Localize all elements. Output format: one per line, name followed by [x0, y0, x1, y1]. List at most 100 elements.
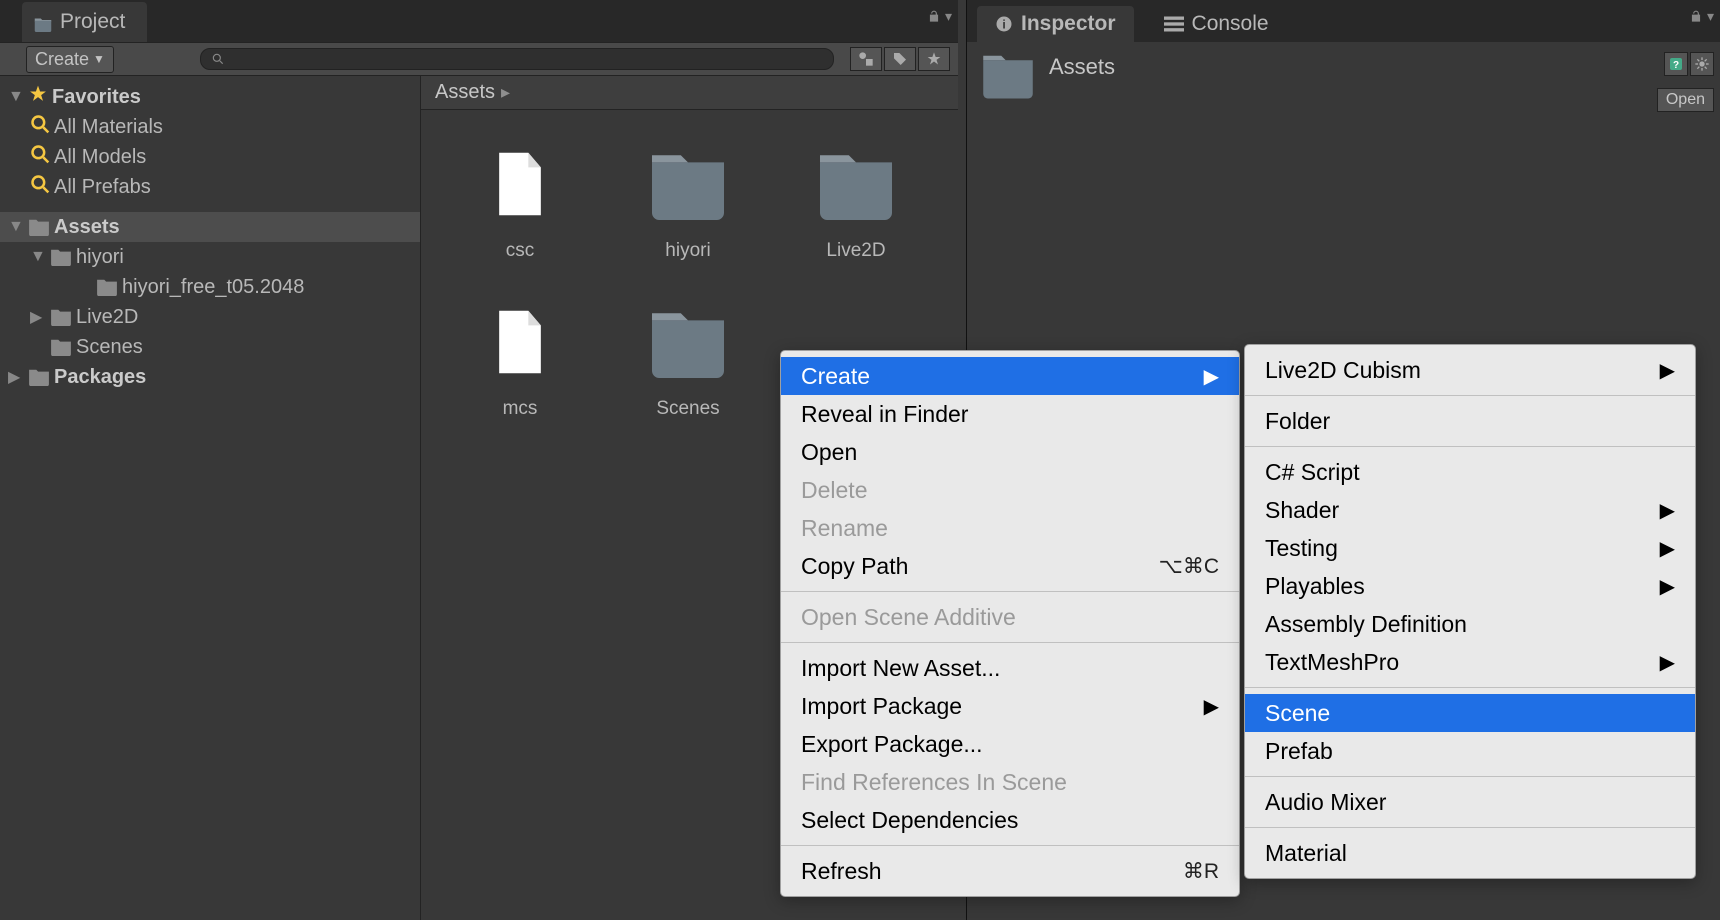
menu-item[interactable]: Scene: [1245, 694, 1695, 732]
search-input[interactable]: [200, 48, 834, 70]
menu-item-label: Audio Mixer: [1265, 789, 1386, 816]
menu-item[interactable]: Folder: [1245, 402, 1695, 440]
asset-name: Scenes: [656, 398, 719, 420]
menu-item[interactable]: Create▶: [781, 357, 1239, 395]
breadcrumb-label: Assets: [435, 81, 495, 104]
menu-item[interactable]: Export Package...: [781, 725, 1239, 763]
menu-item-label: Testing: [1265, 535, 1338, 562]
menu-item[interactable]: Material: [1245, 834, 1695, 872]
menu-item[interactable]: C# Script: [1245, 453, 1695, 491]
asset-item[interactable]: Live2D: [797, 140, 915, 262]
menu-item[interactable]: Import New Asset...: [781, 649, 1239, 687]
create-dropdown[interactable]: Create ▼: [26, 46, 114, 73]
chevron-right-icon: ▶: [1660, 536, 1675, 561]
gear-icon: [1694, 56, 1710, 72]
folder-icon: [981, 52, 1035, 100]
asset-item[interactable]: mcs: [461, 298, 579, 420]
menu-item[interactable]: Prefab: [1245, 732, 1695, 770]
chevron-right-icon: ▶: [1204, 364, 1219, 389]
project-tab[interactable]: Project: [22, 2, 147, 42]
menu-item-label: Folder: [1265, 408, 1330, 435]
chevron-down-icon: ▼: [30, 248, 46, 266]
menu-item[interactable]: Audio Mixer: [1245, 783, 1695, 821]
menu-item-label: Open Scene Additive: [801, 604, 1016, 631]
packages-folder[interactable]: ▶ Packages: [0, 362, 420, 392]
favorite-button[interactable]: [918, 47, 950, 71]
favorite-all-models[interactable]: All Models: [0, 142, 420, 172]
filter-by-type-button[interactable]: [850, 47, 882, 71]
menu-item-label: Prefab: [1265, 738, 1333, 765]
menu-item: Delete: [781, 471, 1239, 509]
menu-item[interactable]: Refresh⌘R: [781, 852, 1239, 890]
menu-item-label: Refresh: [801, 858, 882, 885]
tag-icon: [892, 51, 908, 67]
menu-item[interactable]: Assembly Definition: [1245, 605, 1695, 643]
menu-item[interactable]: Live2D Cubism▶: [1245, 351, 1695, 389]
folder-icon: [28, 368, 50, 386]
hiyori-folder[interactable]: ▼ hiyori: [0, 242, 420, 272]
menu-separator: [781, 845, 1239, 846]
console-tab[interactable]: Console: [1146, 6, 1287, 42]
favorite-all-materials[interactable]: All Materials: [0, 112, 420, 142]
menu-item[interactable]: Copy Path⌥⌘C: [781, 547, 1239, 585]
menu-item: Open Scene Additive: [781, 598, 1239, 636]
asset-name: csc: [506, 240, 535, 262]
project-sidebar: ▼ Favorites All Materials All Models All…: [0, 76, 420, 920]
asset-item[interactable]: hiyori: [629, 140, 747, 262]
breadcrumb[interactable]: Assets ▸: [421, 76, 958, 110]
hiyori-free-folder[interactable]: hiyori_free_t05.2048: [0, 272, 420, 302]
open-button[interactable]: Open: [1657, 88, 1714, 112]
inspector-panel-lock[interactable]: ▾: [1689, 8, 1714, 25]
assets-folder[interactable]: ▼ Assets: [0, 212, 420, 242]
console-tab-label: Console: [1192, 12, 1269, 36]
menu-item-label: TextMeshPro: [1265, 649, 1399, 676]
folder-icon: [50, 308, 72, 326]
folder-icon: [96, 278, 118, 296]
menu-item-label: Import New Asset...: [801, 655, 1000, 682]
asset-item[interactable]: csc: [461, 140, 579, 262]
menu-item[interactable]: Open: [781, 433, 1239, 471]
folder-icon: [644, 140, 732, 228]
chevron-down-icon: ▼: [8, 88, 24, 106]
file-icon: [476, 140, 564, 228]
menu-item[interactable]: Testing ▶: [1245, 529, 1695, 567]
menu-item[interactable]: Select Dependencies: [781, 801, 1239, 839]
project-tab-row: Project ▾: [0, 0, 958, 42]
menu-item-label: Shader: [1265, 497, 1339, 524]
inspector-tab-label: Inspector: [1021, 12, 1116, 36]
scenes-folder[interactable]: Scenes: [0, 332, 420, 362]
svg-text:?: ?: [1673, 60, 1679, 71]
settings-button[interactable]: [1690, 52, 1714, 76]
panel-menu-icon: ▾: [945, 8, 952, 25]
live2d-folder[interactable]: ▶ Live2D: [0, 302, 420, 332]
menu-item-label: Live2D Cubism: [1265, 357, 1421, 384]
asset-name: mcs: [503, 398, 538, 420]
menu-item[interactable]: Reveal in Finder: [781, 395, 1239, 433]
menu-item[interactable]: TextMeshPro▶: [1245, 643, 1695, 681]
panel-lock[interactable]: ▾: [927, 8, 952, 25]
menu-item: Find References In Scene: [781, 763, 1239, 801]
inspector-title: Assets: [1049, 54, 1115, 80]
menu-separator: [1245, 827, 1695, 828]
unlock-icon: [1689, 10, 1703, 24]
filter-by-label-button[interactable]: [884, 47, 916, 71]
menu-item[interactable]: Shader▶: [1245, 491, 1695, 529]
asset-item[interactable]: Scenes: [629, 298, 747, 420]
menu-item[interactable]: Playables▶: [1245, 567, 1695, 605]
favorites-header[interactable]: ▼ Favorites: [0, 82, 420, 112]
menu-item-label: Find References In Scene: [801, 769, 1067, 796]
menu-item[interactable]: Import Package▶: [781, 687, 1239, 725]
inspector-tab[interactable]: i Inspector: [977, 6, 1134, 42]
console-icon: [1164, 16, 1184, 32]
chevron-right-icon: ▶: [30, 307, 46, 327]
menu-item-label: Export Package...: [801, 731, 983, 758]
info-icon: i: [995, 15, 1013, 33]
folder-icon: [812, 140, 900, 228]
folder-icon: [50, 248, 72, 266]
favorite-all-prefabs[interactable]: All Prefabs: [0, 172, 420, 202]
menu-item-label: Rename: [801, 515, 888, 542]
star-icon: [926, 51, 942, 67]
menu-item-label: Reveal in Finder: [801, 401, 968, 428]
project-tab-label: Project: [60, 10, 125, 34]
help-button[interactable]: ?: [1664, 52, 1688, 76]
